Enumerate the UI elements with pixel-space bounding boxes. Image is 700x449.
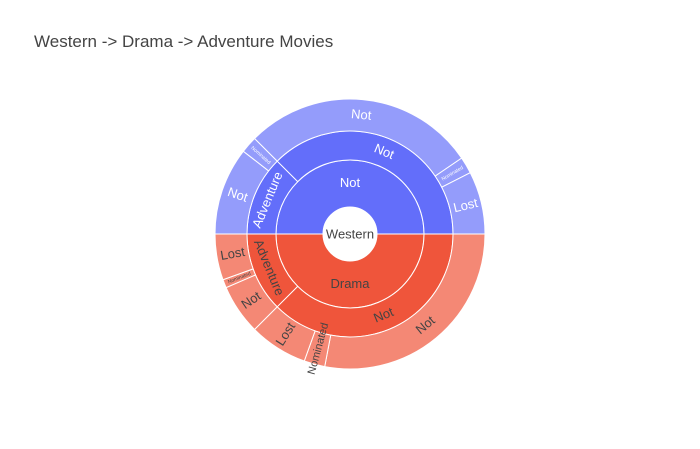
sunburst-chart[interactable]: NotDramaNotAdventureNotAdventureNotNomin… [0, 0, 700, 449]
sunburst-label: Not [340, 175, 361, 190]
sunburst-label: Drama [330, 276, 370, 291]
sunburst-root-label: Western [326, 226, 374, 241]
sunburst-label: Not [351, 106, 373, 123]
